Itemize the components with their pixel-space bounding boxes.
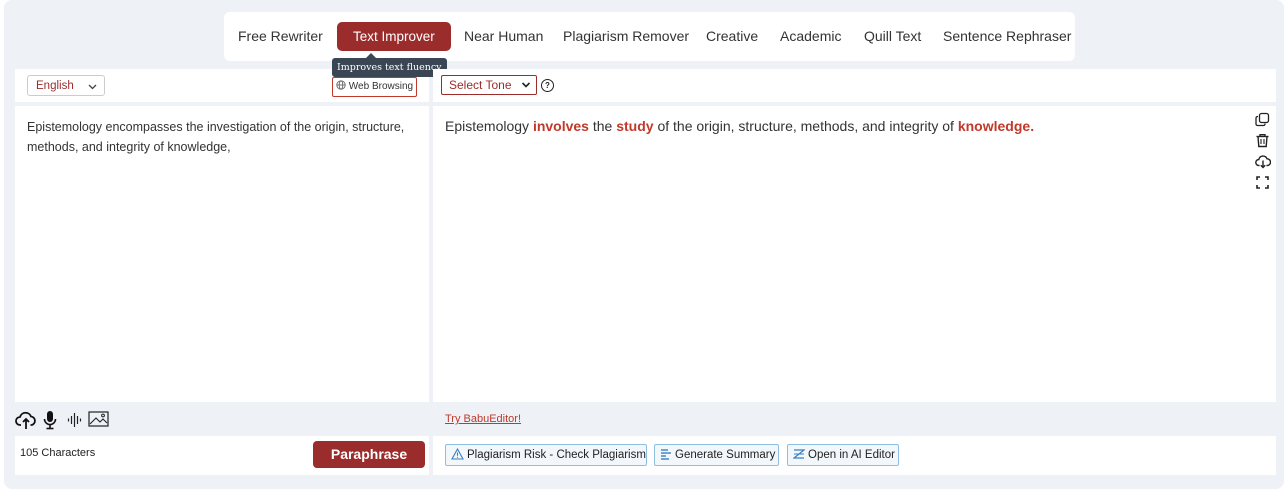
generate-summary-label: Generate Summary <box>675 449 776 461</box>
output-side-toolbar <box>1255 112 1271 196</box>
mode-tooltip: Improves text fluency <box>332 53 447 77</box>
generate-summary-button[interactable]: Generate Summary <box>654 444 779 466</box>
output-segment: of the origin, structure, methods, and i… <box>653 118 958 134</box>
output-segment: Epistemology <box>445 118 533 134</box>
input-tools <box>15 410 135 432</box>
output-segment: the <box>588 118 617 134</box>
language-select[interactable]: English <box>27 75 105 96</box>
cloud-upload-icon[interactable] <box>15 410 37 430</box>
tone-select[interactable]: Select Tone <box>441 75 537 95</box>
open-ai-editor-button[interactable]: Open in AI Editor <box>787 444 899 466</box>
trash-icon[interactable] <box>1255 133 1270 148</box>
summary-icon <box>661 449 671 460</box>
check-plagiarism-button[interactable]: Plagiarism Risk - Check Plagiarism <box>445 444 647 466</box>
language-value: English <box>36 80 74 92</box>
tab-academic[interactable]: Academic <box>780 22 841 51</box>
globe-icon <box>336 80 346 91</box>
open-ai-editor-label: Open in AI Editor <box>808 449 895 461</box>
input-text-area[interactable]: Epistemology encompasses the investigati… <box>15 106 429 402</box>
mode-tab-bar: Free Rewriter Text Improver Near Human P… <box>224 12 1075 61</box>
audio-wave-icon[interactable] <box>67 410 83 430</box>
check-plagiarism-label: Plagiarism Risk - Check Plagiarism <box>467 449 646 461</box>
try-babueditor-link[interactable]: Try BabuEditor! <box>445 413 521 425</box>
changed-word[interactable]: study <box>616 118 653 134</box>
input-text: Epistemology encompasses the investigati… <box>27 120 405 154</box>
output-text-area: Epistemology involves the study of the o… <box>433 106 1276 402</box>
input-footer: 105 Characters Paraphrase <box>15 436 429 475</box>
changed-word[interactable]: knowledge. <box>958 118 1034 134</box>
copy-icon[interactable] <box>1255 112 1270 127</box>
character-count: 105 Characters <box>20 447 96 459</box>
help-icon[interactable]: ? <box>541 79 554 92</box>
chevron-down-icon <box>521 76 531 101</box>
fullscreen-icon[interactable] <box>1255 175 1270 190</box>
tab-text-improver[interactable]: Text Improver <box>337 22 451 51</box>
tab-quill-text[interactable]: Quill Text <box>864 22 921 51</box>
tone-value: Select Tone <box>449 78 512 92</box>
paraphraser-app: Free Rewriter Text Improver Near Human P… <box>4 0 1284 489</box>
tab-free-rewriter[interactable]: Free Rewriter <box>238 22 323 51</box>
web-browsing-label: Web Browsing <box>348 81 414 92</box>
output-toolbar: Select Tone ? <box>433 69 1276 102</box>
tab-creative[interactable]: Creative <box>706 22 758 51</box>
chevron-down-icon <box>88 76 97 105</box>
changed-word[interactable]: involves <box>533 118 589 134</box>
warning-icon <box>451 447 464 460</box>
tab-plagiarism-remover[interactable]: Plagiarism Remover <box>563 22 689 51</box>
cloud-download-icon[interactable] <box>1255 154 1271 169</box>
tab-sentence-rephraser[interactable]: Sentence Rephraser <box>943 22 1071 51</box>
image-icon[interactable] <box>88 410 109 428</box>
paraphrase-button[interactable]: Paraphrase <box>313 441 425 468</box>
editor-icon <box>792 449 806 459</box>
output-footer: Plagiarism Risk - Check Plagiarism Gener… <box>433 436 1276 475</box>
web-browsing-button[interactable]: Web Browsing <box>332 77 417 97</box>
tab-near-human[interactable]: Near Human <box>464 22 543 51</box>
microphone-icon[interactable] <box>43 410 57 430</box>
output-text: Epistemology involves the study of the o… <box>445 116 1034 136</box>
